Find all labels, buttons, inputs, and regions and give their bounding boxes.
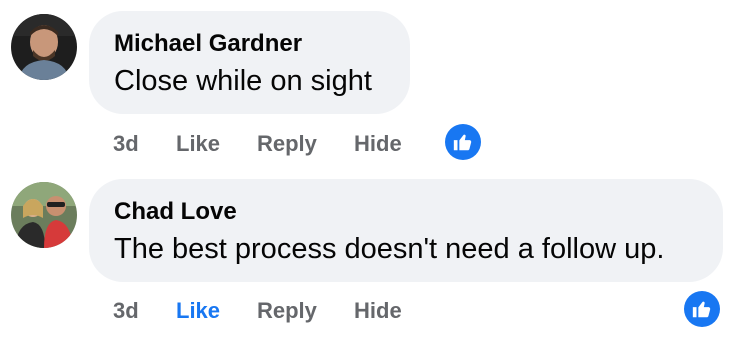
- hide-button[interactable]: Hide: [354, 298, 402, 324]
- avatar-image: [11, 182, 77, 248]
- avatar[interactable]: [11, 182, 77, 248]
- comment-text: Close while on sight: [114, 65, 372, 97]
- comment-author[interactable]: Chad Love: [114, 198, 237, 226]
- comment-text: The best process doesn't need a follow u…: [114, 233, 665, 265]
- comment-timestamp[interactable]: 3d: [113, 131, 139, 157]
- reply-button[interactable]: Reply: [257, 298, 317, 324]
- thumbs-up-icon: [692, 301, 711, 318]
- avatar[interactable]: [11, 14, 77, 80]
- comment-author[interactable]: Michael Gardner: [114, 30, 302, 58]
- reaction-badge[interactable]: [684, 291, 720, 327]
- hide-button[interactable]: Hide: [354, 131, 402, 157]
- comment-bubble: Michael Gardner Close while on sight: [89, 11, 410, 114]
- avatar-image: [11, 14, 77, 80]
- reaction-badge[interactable]: [445, 124, 481, 160]
- comment-bubble: Chad Love The best process doesn't need …: [89, 179, 723, 282]
- like-button[interactable]: Like: [176, 298, 220, 324]
- thumbs-up-icon: [453, 134, 472, 151]
- reply-button[interactable]: Reply: [257, 131, 317, 157]
- comment-timestamp[interactable]: 3d: [113, 298, 139, 324]
- like-button[interactable]: Like: [176, 131, 220, 157]
